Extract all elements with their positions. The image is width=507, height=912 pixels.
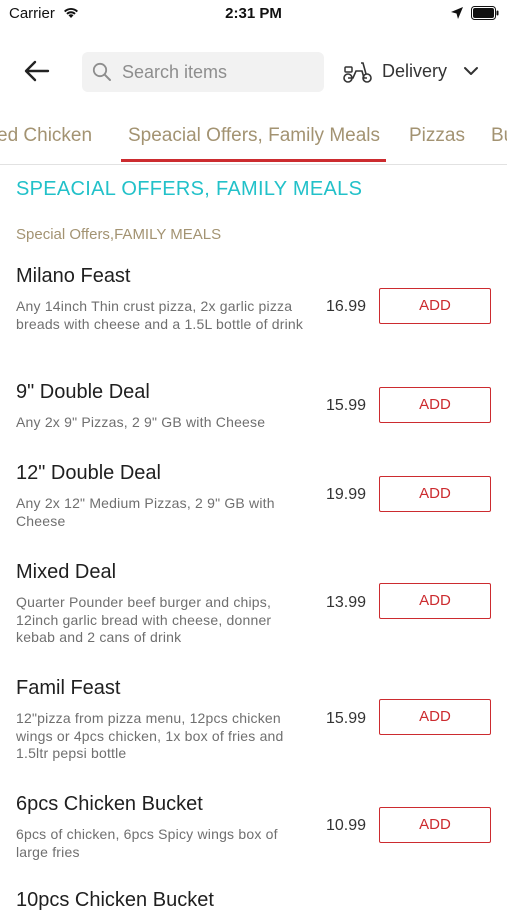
chevron-down-icon xyxy=(463,64,479,82)
tab-burgers[interactable]: Bu xyxy=(491,125,507,147)
item-description: 12"pizza from pizza menu, 12pcs chicken … xyxy=(16,710,284,761)
item-description: 6pcs of chicken, 6pcs Spicy wings box of… xyxy=(16,826,278,860)
item-price: 15.99 xyxy=(326,710,367,727)
active-tab-indicator xyxy=(121,159,386,162)
add-button[interactable]: ADD xyxy=(379,699,491,735)
item-description: Any 14inch Thin crust pizza, 2x garlic p… xyxy=(16,298,304,332)
scooter-icon xyxy=(342,60,374,89)
status-bar: Carrier 2:31 PM xyxy=(0,0,507,30)
item-name: 9" Double Deal xyxy=(16,381,150,403)
item-name: Milano Feast xyxy=(16,265,131,287)
top-bar: Search items Delivery xyxy=(0,30,507,110)
item-price: 13.99 xyxy=(326,594,367,611)
item-name: Famil Feast xyxy=(16,677,121,699)
section-title: SPEACIAL OFFERS, FAMILY MEALS xyxy=(16,178,363,200)
item-price: 19.99 xyxy=(326,486,367,503)
clock: 2:31 PM xyxy=(225,5,282,22)
back-arrow-icon[interactable] xyxy=(22,56,52,86)
item-name: 6pcs Chicken Bucket xyxy=(16,793,203,815)
battery-icon xyxy=(471,6,499,25)
item-price: 10.99 xyxy=(326,817,367,834)
section-subtitle: Special Offers,FAMILY MEALS xyxy=(16,226,222,243)
add-button[interactable]: ADD xyxy=(379,387,491,423)
search-placeholder: Search items xyxy=(122,62,228,82)
tab-fried-chicken[interactable]: ed Chicken xyxy=(0,125,92,147)
tab-pizzas[interactable]: Pizzas xyxy=(409,125,465,147)
location-arrow-icon xyxy=(450,6,464,25)
item-description: Any 2x 12" Medium Pizzas, 2 9" GB with C… xyxy=(16,495,275,529)
add-button[interactable]: ADD xyxy=(379,476,491,512)
search-input[interactable]: Search items xyxy=(82,52,324,92)
search-icon xyxy=(92,62,112,87)
item-name: 10pcs Chicken Bucket xyxy=(16,889,214,911)
item-description: Any 2x 9" Pizzas, 2 9" GB with Cheese xyxy=(16,414,266,430)
item-description: Quarter Pounder beef burger and chips, 1… xyxy=(16,594,272,645)
delivery-label: Delivery xyxy=(382,61,448,81)
add-button[interactable]: ADD xyxy=(379,583,491,619)
item-name: Mixed Deal xyxy=(16,561,117,583)
item-name: 12" Double Deal xyxy=(16,462,161,484)
item-price: 16.99 xyxy=(326,298,367,315)
category-tabs: ed Chicken Speacial Offers, Family Meals… xyxy=(0,110,507,165)
tab-special-offers[interactable]: Speacial Offers, Family Meals xyxy=(128,125,380,147)
item-price: 15.99 xyxy=(326,397,367,414)
add-button[interactable]: ADD xyxy=(379,288,491,324)
add-button[interactable]: ADD xyxy=(379,807,491,843)
